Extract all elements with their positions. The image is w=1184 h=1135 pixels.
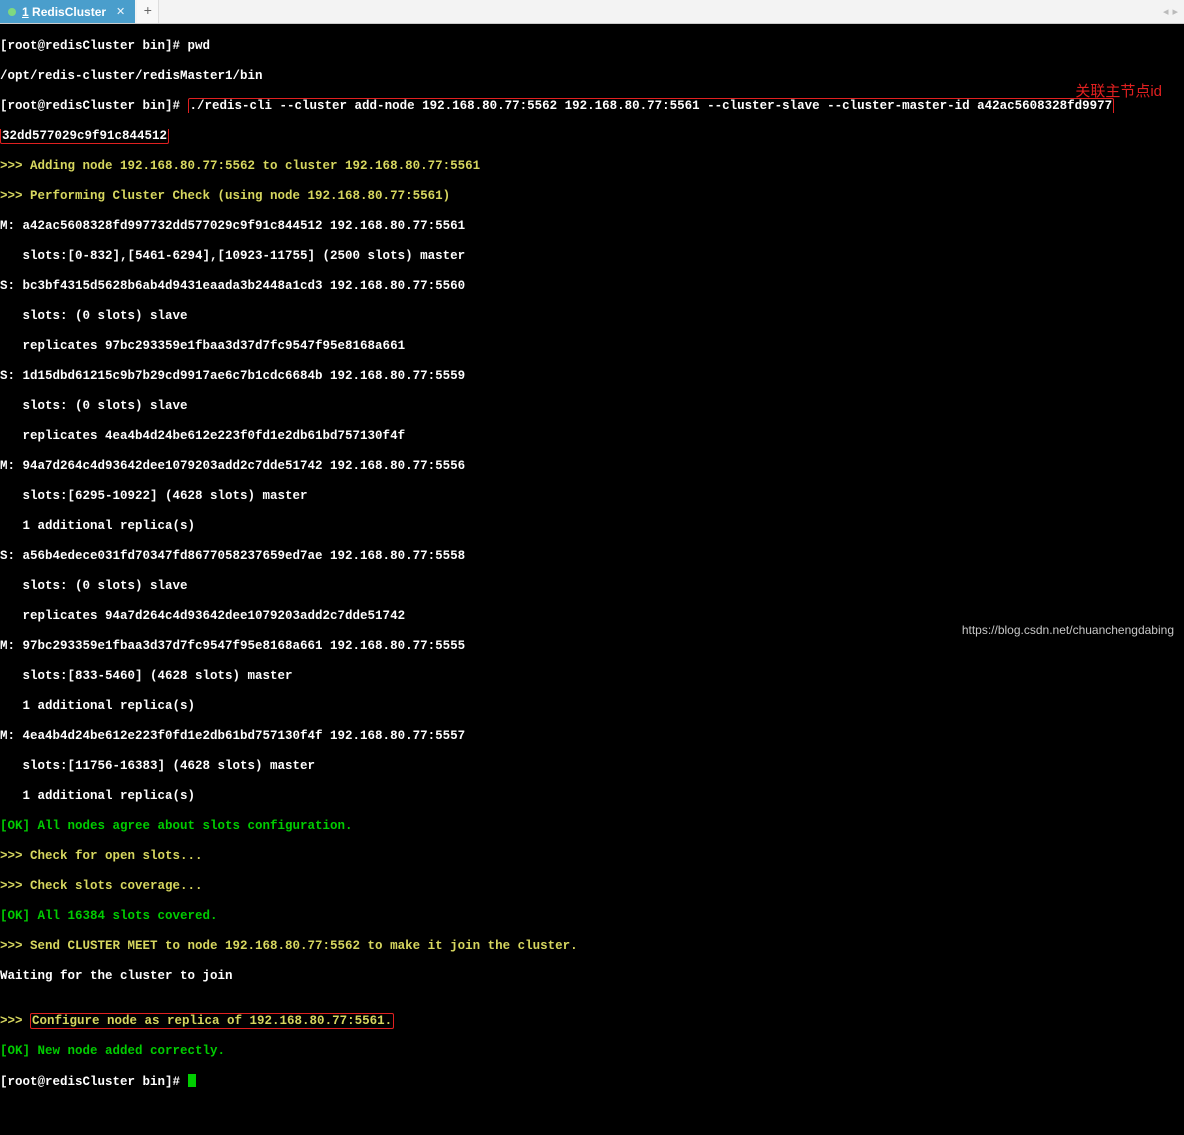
tab-bar: 1 RedisCluster ✕ + ◂ ▸	[0, 0, 1184, 24]
output-line: replicates 94a7d264c4d93642dee1079203add…	[0, 609, 1184, 624]
status-dot-icon	[8, 8, 16, 16]
output-configure-prefix: >>>	[0, 1014, 30, 1028]
tab-nav-arrows: ◂ ▸	[1163, 0, 1184, 23]
output-waiting: Waiting for the cluster to join	[0, 969, 1184, 984]
output-line: slots:[833-5460] (4628 slots) master	[0, 669, 1184, 684]
output-send-cluster-meet: >>> Send CLUSTER MEET to node 192.168.80…	[0, 939, 1184, 954]
output-line: S: a56b4edece031fd70347fd8677058237659ed…	[0, 549, 1184, 564]
output-line: S: bc3bf4315d5628b6ab4d9431eaada3b2448a1…	[0, 279, 1184, 294]
output-line: 1 additional replica(s)	[0, 789, 1184, 804]
output-ok-16384: [OK] All 16384 slots covered.	[0, 909, 1184, 924]
chevron-left-icon[interactable]: ◂	[1163, 5, 1169, 19]
tab-rediscluster[interactable]: 1 RedisCluster ✕	[0, 0, 135, 23]
highlighted-command-cont: 32dd577029c9f91c844512	[0, 129, 169, 144]
output-line: slots:[11756-16383] (4628 slots) master	[0, 759, 1184, 774]
output-line: slots: (0 slots) slave	[0, 309, 1184, 324]
output-line: 1 additional replica(s)	[0, 519, 1184, 534]
output-adding-node: >>> Adding node 192.168.80.77:5562 to cl…	[0, 159, 1184, 174]
output-line: S: 1d15dbd61215c9b7b29cd9917ae6c7b1cdc66…	[0, 369, 1184, 384]
cmd-pwd: pwd	[188, 39, 211, 53]
output-line: replicates 4ea4b4d24be612e223f0fd1e2db61…	[0, 429, 1184, 444]
output-line: slots: (0 slots) slave	[0, 579, 1184, 594]
shell-prompt: [root@redisCluster bin]#	[0, 39, 188, 53]
cursor-icon	[188, 1074, 196, 1087]
terminal-output[interactable]: [root@redisCluster bin]# pwd /opt/redis-…	[0, 24, 1184, 1135]
output-line: M: 94a7d264c4d93642dee1079203add2c7dde51…	[0, 459, 1184, 474]
add-tab-button[interactable]: +	[137, 0, 159, 23]
output-line: M: 4ea4b4d24be612e223f0fd1e2db61bd757130…	[0, 729, 1184, 744]
chevron-right-icon[interactable]: ▸	[1172, 5, 1178, 19]
output-check-slots-coverage: >>> Check slots coverage...	[0, 879, 1184, 894]
output-ok-new-node: [OK] New node added correctly.	[0, 1044, 1184, 1059]
highlighted-configure-node: Configure node as replica of 192.168.80.…	[30, 1013, 394, 1029]
highlighted-command: ./redis-cli --cluster add-node 192.168.8…	[188, 98, 1115, 113]
output-check-open-slots: >>> Check for open slots...	[0, 849, 1184, 864]
output-path: /opt/redis-cluster/redisMaster1/bin	[0, 69, 1184, 84]
shell-prompt: [root@redisCluster bin]#	[0, 1075, 188, 1089]
output-line: slots: (0 slots) slave	[0, 399, 1184, 414]
output-line: M: 97bc293359e1fbaa3d37d7fc9547f95e8168a…	[0, 639, 1184, 654]
output-ok-slots-config: [OK] All nodes agree about slots configu…	[0, 819, 1184, 834]
output-performing-check: >>> Performing Cluster Check (using node…	[0, 189, 1184, 204]
output-line: slots:[0-832],[5461-6294],[10923-11755] …	[0, 249, 1184, 264]
output-line: 1 additional replica(s)	[0, 699, 1184, 714]
output-line: slots:[6295-10922] (4628 slots) master	[0, 489, 1184, 504]
close-icon[interactable]: ✕	[116, 5, 125, 18]
shell-prompt: [root@redisCluster bin]#	[0, 99, 188, 113]
tab-label: 1 RedisCluster	[22, 5, 106, 19]
watermark: https://blog.csdn.net/chuanchengdabing	[962, 623, 1174, 637]
annotation-master-id: 关联主节点id	[1075, 84, 1162, 99]
output-line: replicates 97bc293359e1fbaa3d37d7fc9547f…	[0, 339, 1184, 354]
output-line: M: a42ac5608328fd997732dd577029c9f91c844…	[0, 219, 1184, 234]
